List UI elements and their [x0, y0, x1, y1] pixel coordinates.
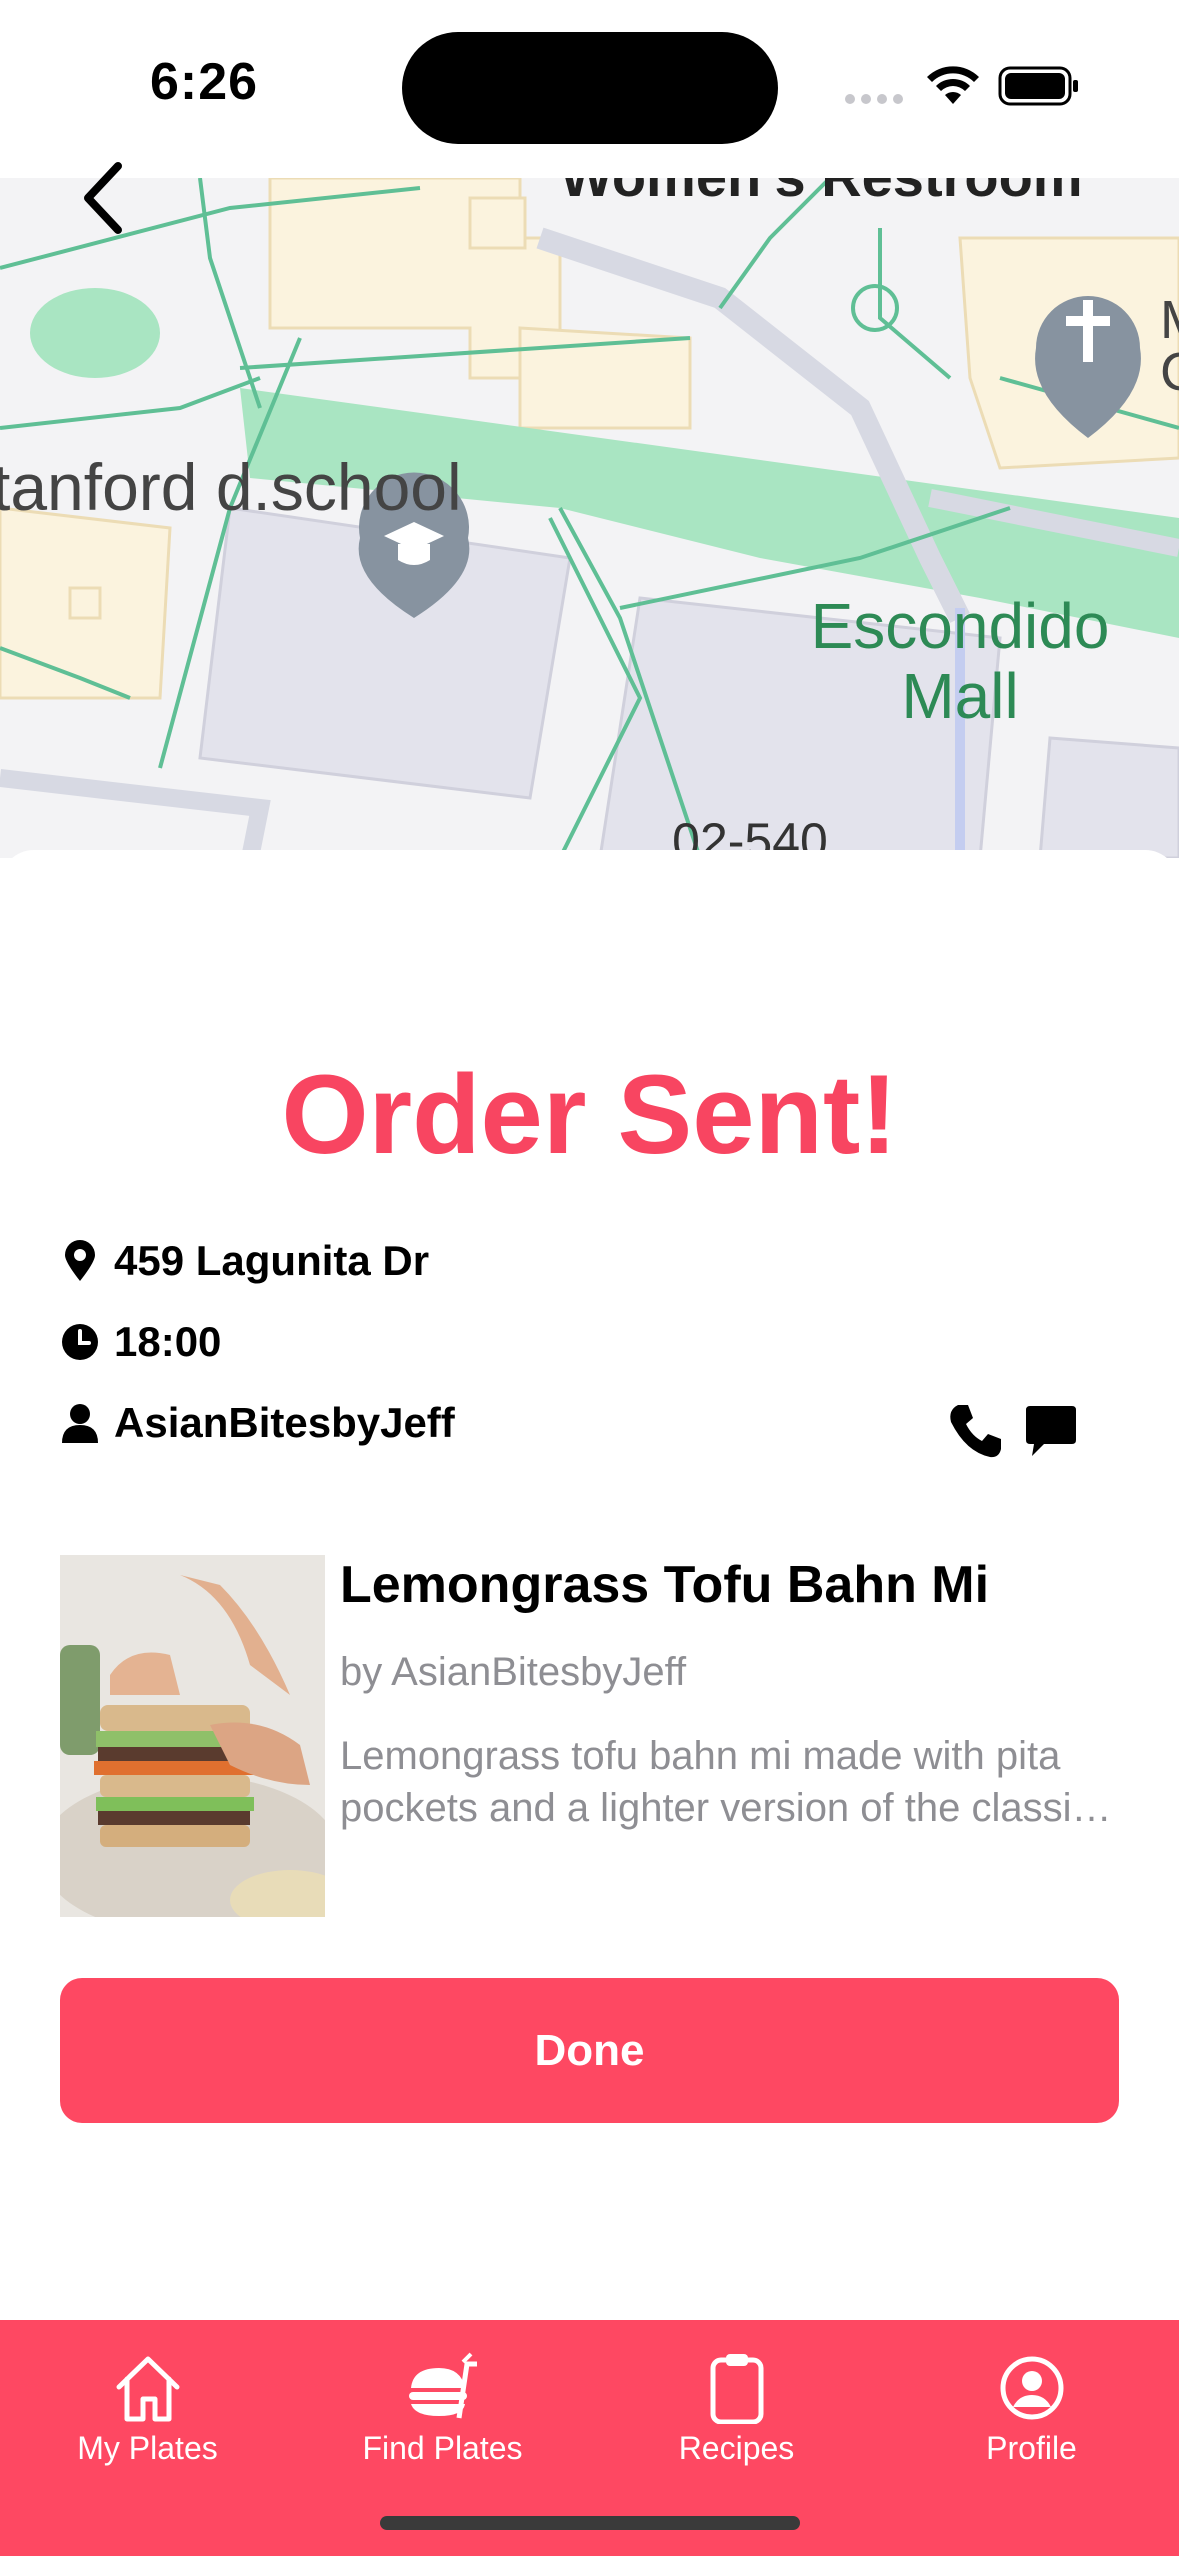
- status-time: 6:26: [150, 53, 259, 111]
- home-indicator[interactable]: [380, 2516, 800, 2530]
- tab-label: My Plates: [77, 2430, 218, 2466]
- map-label-restroom: Women's Restroom: [560, 178, 1083, 208]
- seller-row: AsianBitesbyJeff: [60, 1393, 455, 1453]
- address-text: 459 Lagunita Dr: [114, 1237, 430, 1284]
- time-row: 18:00: [60, 1312, 221, 1372]
- clock-icon: [60, 1320, 100, 1364]
- person-icon: [60, 1401, 100, 1445]
- cellular-signal-icon: [845, 94, 903, 104]
- seller-text[interactable]: AsianBitesbyJeff: [114, 1399, 455, 1447]
- phone-icon[interactable]: [946, 1402, 1004, 1460]
- location-pin-icon: [60, 1239, 100, 1283]
- message-icon[interactable]: [1022, 1404, 1080, 1462]
- map-view[interactable]: Women's Restroom tanford d.school Escond…: [0, 178, 1179, 858]
- plate-title[interactable]: Lemongrass Tofu Bahn Mi: [340, 1555, 989, 1615]
- map-label-edge-c: C: [1160, 342, 1179, 402]
- order-title: Order Sent!: [281, 1052, 898, 1177]
- food-icon: [403, 2350, 483, 2426]
- address-row: 459 Lagunita Dr: [60, 1231, 429, 1291]
- dynamic-island: [402, 32, 778, 144]
- house-icon: [108, 2350, 188, 2426]
- clipboard-icon: [697, 2350, 777, 2426]
- plate-author: by AsianBitesbyJeff: [340, 1650, 687, 1694]
- tab-recipes[interactable]: Recipes: [589, 2320, 884, 2480]
- plate-description: Lemongrass tofu bahn mi made with pita p…: [340, 1734, 1092, 1830]
- battery-icon: [998, 66, 1078, 106]
- map-label-mall: Mall: [901, 660, 1018, 732]
- back-chevron-icon[interactable]: [70, 158, 140, 238]
- map-label-edge-m: M: [1160, 290, 1179, 350]
- tab-profile[interactable]: Profile: [884, 2320, 1179, 2480]
- plate-image[interactable]: [60, 1555, 325, 1917]
- tab-label: Profile: [986, 2430, 1077, 2466]
- done-button[interactable]: Done: [60, 1978, 1119, 2123]
- time-text: 18:00: [114, 1318, 222, 1365]
- tab-label: Recipes: [678, 2430, 795, 2466]
- wifi-icon: [927, 66, 979, 104]
- tab-my-plates[interactable]: My Plates: [0, 2320, 295, 2480]
- map-label-dschool: tanford d.school: [0, 450, 462, 524]
- tab-label: Find Plates: [362, 2430, 523, 2466]
- tab-find-plates[interactable]: Find Plates: [295, 2320, 590, 2480]
- map-label-escondido: Escondido: [811, 590, 1110, 662]
- person-circle-icon: [992, 2350, 1072, 2426]
